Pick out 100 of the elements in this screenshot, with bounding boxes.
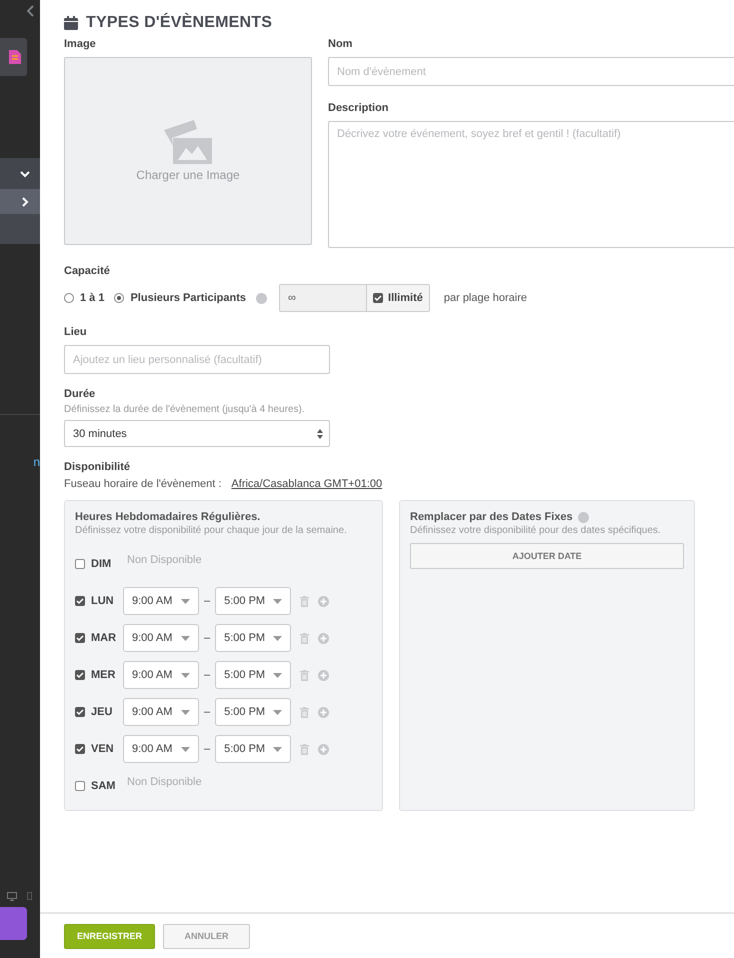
- day-label: VEN: [91, 743, 115, 755]
- radio-button[interactable]: [64, 293, 74, 303]
- caret-icon: [273, 710, 282, 714]
- end-time-select[interactable]: 5:00 PM: [215, 735, 292, 763]
- panel-title: Remplacer par des Dates Fixes: [410, 511, 573, 523]
- caret-icon: [273, 636, 282, 640]
- start-time-select[interactable]: 9:00 AM: [123, 661, 199, 689]
- dash: –: [204, 743, 210, 755]
- trash-icon[interactable]: [300, 706, 310, 718]
- sidebar-row[interactable]: [0, 189, 40, 214]
- description-field[interactable]: Décrivez votre événement, soyez bref et gentil ! (facultatif): [328, 121, 734, 248]
- unavailable-note: Non Disponible: [127, 776, 202, 788]
- day-checkbox[interactable]: [75, 596, 85, 606]
- panel-title: Heures Hebdomadaires Régulières.: [75, 511, 262, 523]
- radio-button[interactable]: [114, 293, 124, 303]
- day-label: DIM: [91, 558, 112, 570]
- add-icon[interactable]: [318, 632, 330, 644]
- dash: –: [204, 669, 210, 681]
- start-time-select[interactable]: 9:00 AM: [123, 587, 199, 615]
- caret-icon: [181, 636, 190, 640]
- app-tile[interactable]: [0, 38, 27, 76]
- panel-subtitle: Définissez votre disponibilité pour chaque jour de la semaine.: [75, 525, 348, 536]
- day-label: MAR: [91, 632, 118, 644]
- duration-select[interactable]: 30 minutes: [64, 420, 330, 447]
- end-time-select[interactable]: 5:00 PM: [215, 624, 292, 652]
- spinner-icon: [317, 428, 323, 438]
- unavailable-note: Non Disponible: [127, 554, 202, 566]
- add-icon[interactable]: [318, 744, 330, 754]
- check-icon: [76, 671, 84, 679]
- end-time-select[interactable]: 5:00 PM: [215, 587, 292, 615]
- check-icon: [76, 745, 84, 753]
- trash-icon[interactable]: [300, 596, 310, 606]
- document-icon: [9, 50, 21, 64]
- availability-label: Disponibilité: [64, 461, 131, 473]
- chevron-icon: [20, 196, 30, 206]
- day-checkbox[interactable]: [75, 781, 85, 791]
- end-time-select[interactable]: 5:00 PM: [215, 698, 292, 726]
- start-time-select[interactable]: 9:00 AM: [123, 698, 199, 726]
- caret-icon: [181, 710, 190, 714]
- day-checkbox[interactable]: [75, 559, 85, 569]
- day-label: MER: [91, 669, 116, 681]
- unlimited-checkbox[interactable]: Illimité: [367, 284, 430, 312]
- monitor-icon[interactable]: [7, 892, 17, 901]
- start-time-select[interactable]: 9:00 AM: [123, 624, 199, 652]
- dash: –: [204, 632, 210, 644]
- caret-icon: [181, 672, 190, 678]
- name-field[interactable]: Nom d'évènement: [328, 57, 734, 86]
- duration-label: Durée: [64, 388, 96, 400]
- trash-icon[interactable]: [300, 670, 310, 680]
- timezone-label: Fuseau horaire de l'évènement :: [64, 478, 222, 490]
- collapse-icon[interactable]: [27, 5, 35, 17]
- start-time-select[interactable]: 9:00 AM: [123, 735, 199, 763]
- help-icon[interactable]: [256, 292, 268, 304]
- add-icon[interactable]: [318, 670, 330, 680]
- day-checkbox[interactable]: [75, 633, 85, 643]
- help-icon[interactable]: [578, 512, 589, 522]
- chevron-icon: [20, 168, 30, 178]
- add-icon[interactable]: [318, 706, 330, 718]
- dash: –: [204, 706, 210, 718]
- dash: –: [204, 595, 210, 607]
- day-label: SAM: [91, 780, 116, 792]
- trash-icon[interactable]: [300, 744, 310, 754]
- check-icon: [76, 597, 84, 605]
- capacity-field[interactable]: ∞: [279, 284, 368, 312]
- trash-icon[interactable]: [300, 632, 310, 644]
- day-label: JEU: [91, 706, 114, 718]
- radio-label: 1 à 1: [80, 292, 104, 304]
- add-date-button[interactable]: AJOUTER DATE: [410, 543, 684, 569]
- name-label: Nom: [328, 38, 354, 50]
- calendar-icon: [64, 16, 78, 30]
- day-checkbox[interactable]: [75, 707, 85, 717]
- page-title: TYPES D'ÉVÈNEMENTS: [64, 14, 734, 32]
- caret-icon: [181, 598, 190, 604]
- day-label: LUN: [91, 595, 115, 607]
- check-icon: [76, 708, 84, 716]
- image-label: Image: [64, 38, 97, 50]
- day-checkbox[interactable]: [75, 670, 85, 680]
- day-checkbox[interactable]: [75, 744, 85, 754]
- phone-icon[interactable]: [27, 892, 32, 900]
- sidebar-link[interactable]: n: [33, 455, 40, 469]
- description-label: Description: [328, 102, 390, 114]
- panel-subtitle: Définissez votre disponibilité pour des dates spécifiques.: [410, 525, 662, 536]
- check-icon: [374, 294, 382, 302]
- timezone-link[interactable]: Africa/Casablanca GMT+01:00: [231, 478, 382, 490]
- end-time-select[interactable]: 5:00 PM: [215, 661, 292, 689]
- capacity-suffix: par plage horaire: [444, 292, 528, 304]
- location-field[interactable]: Ajoutez un lieu personnalisé (facultatif): [64, 345, 330, 374]
- add-icon[interactable]: [318, 596, 330, 606]
- capacity-label: Capacité: [64, 265, 111, 277]
- location-label: Lieu: [64, 326, 88, 338]
- duration-hint: Définissez la durée de l'évènement (jusqu'à 4 heures).: [64, 404, 306, 415]
- sidebar-row[interactable]: [0, 158, 40, 189]
- image-icon: [164, 120, 212, 164]
- caret-icon: [273, 598, 282, 604]
- caret-icon: [181, 746, 190, 752]
- sidebar-submenu: [0, 214, 40, 244]
- caret-icon: [273, 672, 282, 678]
- check-icon: [76, 634, 84, 642]
- caret-icon: [273, 746, 282, 752]
- radio-label: Plusieurs Participants: [130, 292, 246, 304]
